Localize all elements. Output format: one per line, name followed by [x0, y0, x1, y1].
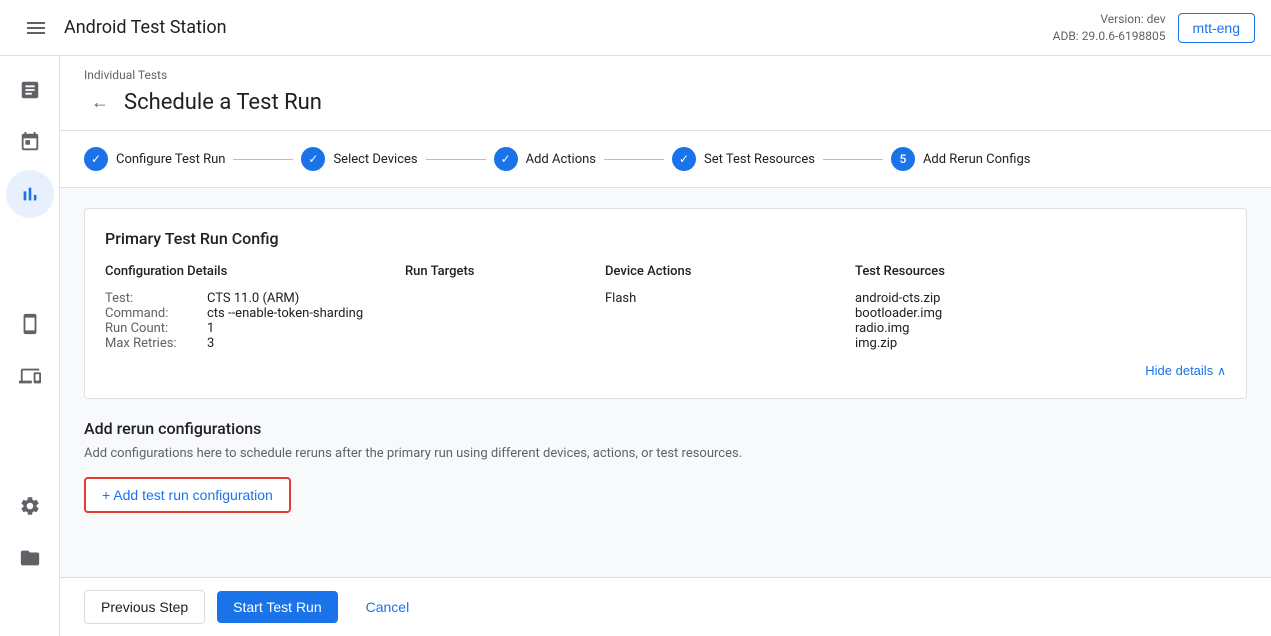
run-targets-col	[405, 291, 605, 351]
step-4: ✓ Set Test Resources	[672, 147, 815, 171]
previous-step-button[interactable]: Previous Step	[84, 590, 205, 624]
detail-val-maxretries: 3	[207, 336, 214, 351]
step-1: ✓ Configure Test Run	[84, 147, 225, 171]
app-title: Android Test Station	[64, 17, 1053, 38]
test-resource-4: img.zip	[855, 336, 1226, 351]
rerun-title: Add rerun configurations	[84, 419, 1247, 438]
step-2-circle: ✓	[301, 147, 325, 171]
sidebar-item-tests[interactable]	[6, 66, 54, 114]
sidebar-item-files[interactable]	[6, 534, 54, 582]
page-title: Schedule a Test Run	[124, 90, 322, 115]
config-table: Configuration Details Run Targets Device…	[105, 264, 1226, 351]
sidebar-item-analytics[interactable]	[6, 170, 54, 218]
back-button[interactable]: ←	[84, 86, 116, 118]
sidebar-item-devices[interactable]	[6, 300, 54, 348]
connector-1	[233, 159, 293, 160]
config-card-title: Primary Test Run Config	[105, 229, 1226, 248]
step-4-label: Set Test Resources	[704, 152, 815, 167]
detail-row-runcount: Run Count: 1	[105, 321, 405, 336]
rerun-section: Add rerun configurations Add configurati…	[84, 419, 1247, 513]
step-3: ✓ Add Actions	[494, 147, 596, 171]
detail-row-maxretries: Max Retries: 3	[105, 336, 405, 351]
sidebar-item-calendar[interactable]	[6, 118, 54, 166]
stepper: ✓ Configure Test Run ✓ Select Devices ✓ …	[60, 131, 1271, 188]
device-actions-col: Flash	[605, 291, 855, 351]
detail-val-command: cts --enable-token-sharding	[207, 306, 363, 321]
add-config-button[interactable]: + Add test run configuration	[84, 477, 291, 513]
detail-val-runcount: 1	[207, 321, 214, 336]
step-5-label: Add Rerun Configs	[923, 152, 1031, 167]
connector-4	[823, 159, 883, 160]
version-info: Version: dev ADB: 29.0.6-6198805	[1053, 11, 1166, 45]
inner-content: Primary Test Run Config Configuration De…	[60, 188, 1271, 533]
sidebar	[0, 56, 60, 636]
test-resource-2: bootloader.img	[855, 306, 1226, 321]
config-details-col: Test: CTS 11.0 (ARM) Command: cts --enab…	[105, 291, 405, 351]
col-header-1: Configuration Details	[105, 264, 405, 291]
col-header-3: Device Actions	[605, 264, 855, 291]
step-3-label: Add Actions	[526, 152, 596, 167]
col-header-2: Run Targets	[405, 264, 605, 291]
breadcrumb: Individual Tests	[84, 68, 1247, 82]
cancel-button[interactable]: Cancel	[350, 591, 426, 623]
right-panel: Individual Tests ← Schedule a Test Run ✓…	[60, 56, 1271, 636]
step-2: ✓ Select Devices	[301, 147, 417, 171]
step-4-circle: ✓	[672, 147, 696, 171]
detail-key-maxretries: Max Retries:	[105, 336, 195, 351]
menu-icon[interactable]	[16, 8, 56, 48]
start-test-run-button[interactable]: Start Test Run	[217, 591, 337, 623]
test-resource-1: android-cts.zip	[855, 291, 1226, 306]
detail-key-command: Command:	[105, 306, 195, 321]
hide-details-row: Hide details ∧	[105, 363, 1226, 378]
config-card: Primary Test Run Config Configuration De…	[84, 208, 1247, 399]
step-1-label: Configure Test Run	[116, 152, 225, 167]
content-area: Primary Test Run Config Configuration De…	[60, 188, 1271, 577]
step-2-label: Select Devices	[333, 152, 417, 167]
detail-key-test: Test:	[105, 291, 195, 306]
page-title-row: ← Schedule a Test Run	[84, 86, 1247, 130]
connector-3	[604, 159, 664, 160]
sidebar-item-configs[interactable]	[6, 352, 54, 400]
step-3-circle: ✓	[494, 147, 518, 171]
device-action-flash: Flash	[605, 291, 855, 306]
detail-row-command: Command: cts --enable-token-sharding	[105, 306, 405, 321]
detail-row-test: Test: CTS 11.0 (ARM)	[105, 291, 405, 306]
hide-details-button[interactable]: Hide details ∧	[1145, 363, 1226, 378]
sidebar-item-settings[interactable]	[6, 482, 54, 530]
rerun-description: Add configurations here to schedule reru…	[84, 446, 1247, 461]
breadcrumb-area: Individual Tests ← Schedule a Test Run	[60, 56, 1271, 131]
step-5: 5 Add Rerun Configs	[891, 147, 1031, 171]
detail-val-test: CTS 11.0 (ARM)	[207, 291, 299, 306]
step-5-circle: 5	[891, 147, 915, 171]
bottom-bar: Previous Step Start Test Run Cancel	[60, 577, 1271, 636]
col-header-4: Test Resources	[855, 264, 1226, 291]
step-1-circle: ✓	[84, 147, 108, 171]
test-resources-col: android-cts.zip bootloader.img radio.img…	[855, 291, 1226, 351]
main-layout: Individual Tests ← Schedule a Test Run ✓…	[0, 56, 1271, 636]
detail-key-runcount: Run Count:	[105, 321, 195, 336]
env-button[interactable]: mtt-eng	[1178, 13, 1255, 43]
test-resource-3: radio.img	[855, 321, 1226, 336]
chevron-up-icon: ∧	[1217, 364, 1226, 378]
connector-2	[426, 159, 486, 160]
topbar: Android Test Station Version: dev ADB: 2…	[0, 0, 1271, 56]
